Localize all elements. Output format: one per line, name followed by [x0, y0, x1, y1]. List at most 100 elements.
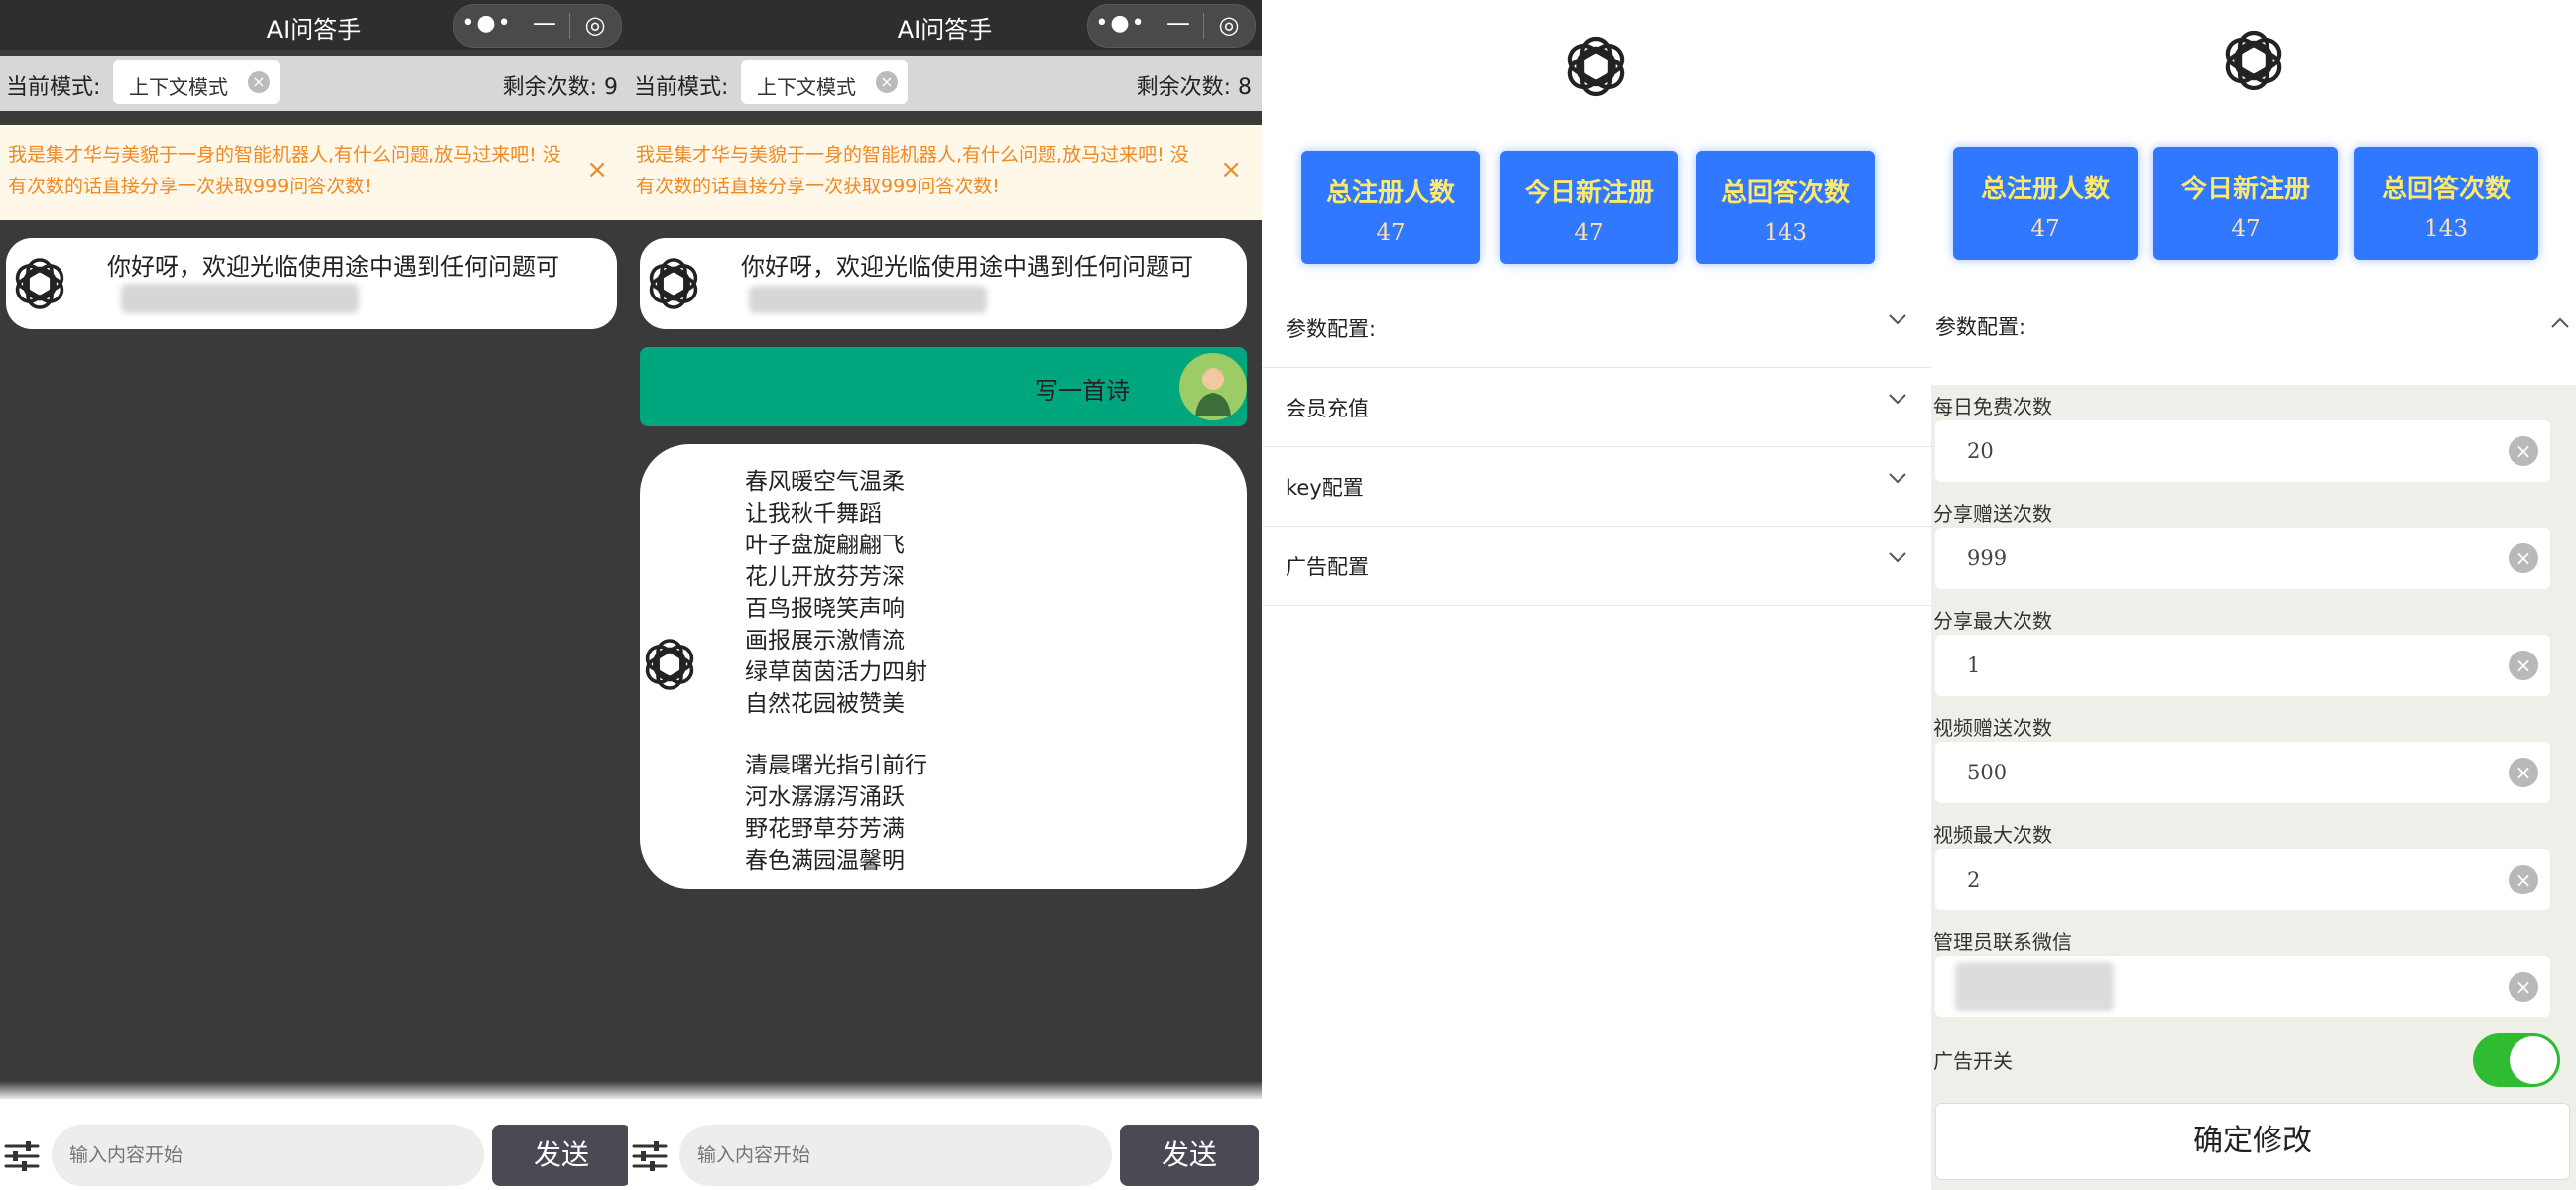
admin-wechat-field[interactable]: ×: [1935, 956, 2550, 1017]
message-input[interactable]: [52, 1125, 484, 1186]
user-avatar: [1179, 353, 1247, 420]
poem-line: 野花野草芬芳满: [745, 816, 905, 842]
share-max-field[interactable]: 1 ×: [1935, 635, 2550, 696]
stat-value: 47: [2231, 216, 2261, 242]
ad-switch[interactable]: [2473, 1033, 2560, 1087]
section-ads[interactable]: 广告配置: [1262, 526, 1931, 606]
mini-program-capsule: •●• — ◎: [1087, 4, 1256, 48]
poem-line: 春色满园温馨明: [745, 848, 905, 874]
ad-switch-label: 广告开关: [1933, 1049, 2013, 1073]
close-icon[interactable]: ×: [1220, 155, 1242, 184]
section-params[interactable]: 参数配置:: [1262, 288, 1931, 368]
share-bonus-field[interactable]: 999 ×: [1935, 528, 2550, 589]
field-label: 视频最大次数: [1933, 823, 2052, 847]
remaining-count: 剩余次数: 8: [1136, 75, 1252, 100]
section-label: key配置: [1286, 476, 1364, 500]
chevron-down-icon: [1889, 552, 1906, 563]
clear-icon[interactable]: ×: [2509, 543, 2538, 573]
poem-line: 百鸟报晓笑声响: [745, 596, 905, 622]
chat-panel-1: AI问答手 •●• — ◎ 当前模式: 上下文模式 × 剩余次数: 9 我是集才…: [0, 0, 628, 1190]
params-form: 每日免费次数 20 × 分享赠送次数 999 × 分享最大次数 1 × 视频赠送…: [1931, 385, 2576, 1190]
field-label: 视频赠送次数: [1933, 716, 2052, 740]
mode-chip[interactable]: 上下文模式 ×: [113, 60, 280, 104]
stat-value: 143: [1764, 220, 1807, 246]
clear-icon[interactable]: ×: [2509, 972, 2538, 1002]
message-input[interactable]: [679, 1125, 1112, 1186]
chevron-down-icon: [1889, 394, 1906, 405]
poem-line: 河水潺潺泻涌跃: [745, 784, 905, 810]
admin-panel-collapsed: 总注册人数 47 今日新注册 47 总回答次数 143 参数配置: 会员充值 k…: [1262, 0, 1931, 1190]
clear-icon[interactable]: ×: [876, 71, 898, 93]
clear-icon[interactable]: ×: [2509, 865, 2538, 894]
field-value: 999: [1967, 546, 2008, 570]
poem-line: 春风暖空气温柔: [745, 469, 905, 495]
send-button[interactable]: 发送: [492, 1125, 628, 1186]
more-icon[interactable]: •●•: [1088, 11, 1154, 36]
greeting-text: 你好呀，欢迎光临使用途中遇到任何问题可: [107, 253, 559, 281]
field-value: 1: [1967, 654, 1981, 677]
openai-logo-icon: [1561, 32, 1631, 101]
chat-panel-2: AI问答手 •●• — ◎ 当前模式: 上下文模式 × 剩余次数: 8 我是集才…: [628, 0, 1262, 1190]
close-target-icon[interactable]: ◎: [1207, 11, 1251, 39]
video-bonus-field[interactable]: 500 ×: [1935, 742, 2550, 803]
chevron-down-icon: [1889, 314, 1906, 325]
notice-banner: 我是集才华与美貌于一身的智能机器人,有什么问题,放马过来吧! 没有次数的话直接分…: [628, 125, 1262, 220]
capsule-divider: [569, 13, 570, 39]
poem-line: 叶子盘旋翩翩飞: [745, 533, 905, 558]
section-label: 广告配置: [1286, 555, 1369, 579]
stat-card-total-users: 总注册人数 47: [1953, 147, 2138, 260]
section-membership[interactable]: 会员充值: [1262, 367, 1931, 447]
mode-chip-label: 上下文模式: [757, 75, 856, 99]
minimize-icon[interactable]: —: [1154, 9, 1203, 37]
settings-sliders-icon[interactable]: [632, 1138, 668, 1174]
mode-chip[interactable]: 上下文模式 ×: [741, 60, 908, 104]
greeting-text: 你好呀，欢迎光临使用途中遇到任何问题可: [741, 253, 1193, 281]
section-params-header[interactable]: 参数配置:: [1931, 298, 2576, 367]
field-value: 2: [1967, 868, 1981, 892]
video-max-field[interactable]: 2 ×: [1935, 849, 2550, 910]
clear-icon[interactable]: ×: [2509, 436, 2538, 466]
minimize-icon[interactable]: —: [520, 9, 569, 37]
poem-line: 画报展示激情流: [745, 628, 905, 654]
section-label: 参数配置:: [1286, 317, 1377, 341]
close-target-icon[interactable]: ◎: [573, 11, 617, 39]
section-key[interactable]: key配置: [1262, 446, 1931, 527]
stat-label: 总回答次数: [1720, 178, 1850, 208]
input-bar: 发送: [0, 1099, 628, 1190]
stat-value: 47: [1574, 220, 1604, 246]
switch-knob: [2510, 1036, 2557, 1084]
poem-line: 清晨曙光指引前行: [745, 753, 927, 778]
settings-sliders-icon[interactable]: [4, 1138, 40, 1174]
stat-card-today-new: 今日新注册 47: [2153, 147, 2338, 260]
field-value: 500: [1967, 761, 2008, 784]
clear-icon[interactable]: ×: [2509, 651, 2538, 680]
user-message-text: 写一首诗: [1035, 377, 1130, 405]
redacted-text: [121, 284, 359, 313]
user-message: 写一首诗: [640, 347, 1247, 426]
stat-card-total-answers: 总回答次数 143: [2354, 147, 2538, 260]
clear-icon[interactable]: ×: [248, 71, 270, 93]
title-bar: AI问答手 •●• — ◎: [0, 0, 628, 50]
confirm-button[interactable]: 确定修改: [1935, 1103, 2570, 1180]
chevron-up-icon: [2551, 317, 2569, 328]
section-label: 会员充值: [1286, 397, 1369, 420]
daily-free-field[interactable]: 20 ×: [1935, 420, 2550, 482]
openai-logo-icon: [2219, 26, 2288, 95]
more-icon[interactable]: •●•: [454, 11, 520, 36]
stat-card-total-users: 总注册人数 47: [1301, 151, 1480, 264]
stat-label: 总注册人数: [1980, 175, 2110, 204]
avatar-icon: [1179, 353, 1247, 420]
remaining-count: 剩余次数: 9: [502, 75, 618, 100]
send-button[interactable]: 发送: [1120, 1125, 1259, 1186]
poem-line: 让我秋千舞蹈: [745, 501, 882, 527]
notice-banner: 我是集才华与美貌于一身的智能机器人,有什么问题,放马过来吧! 没有次数的话直接分…: [0, 125, 628, 220]
stat-label: 今日新注册: [2180, 175, 2310, 204]
mini-program-capsule: •●• — ◎: [453, 4, 622, 48]
openai-logo-icon: [640, 635, 699, 694]
title-bar: AI问答手 •●• — ◎: [628, 0, 1262, 50]
close-icon[interactable]: ×: [586, 155, 608, 184]
input-shade: [628, 1081, 1262, 1101]
notice-text: 我是集才华与美貌于一身的智能机器人,有什么问题,放马过来吧! 没有次数的话直接分…: [8, 144, 561, 197]
clear-icon[interactable]: ×: [2509, 758, 2538, 787]
field-label: 管理员联系微信: [1933, 930, 2072, 954]
